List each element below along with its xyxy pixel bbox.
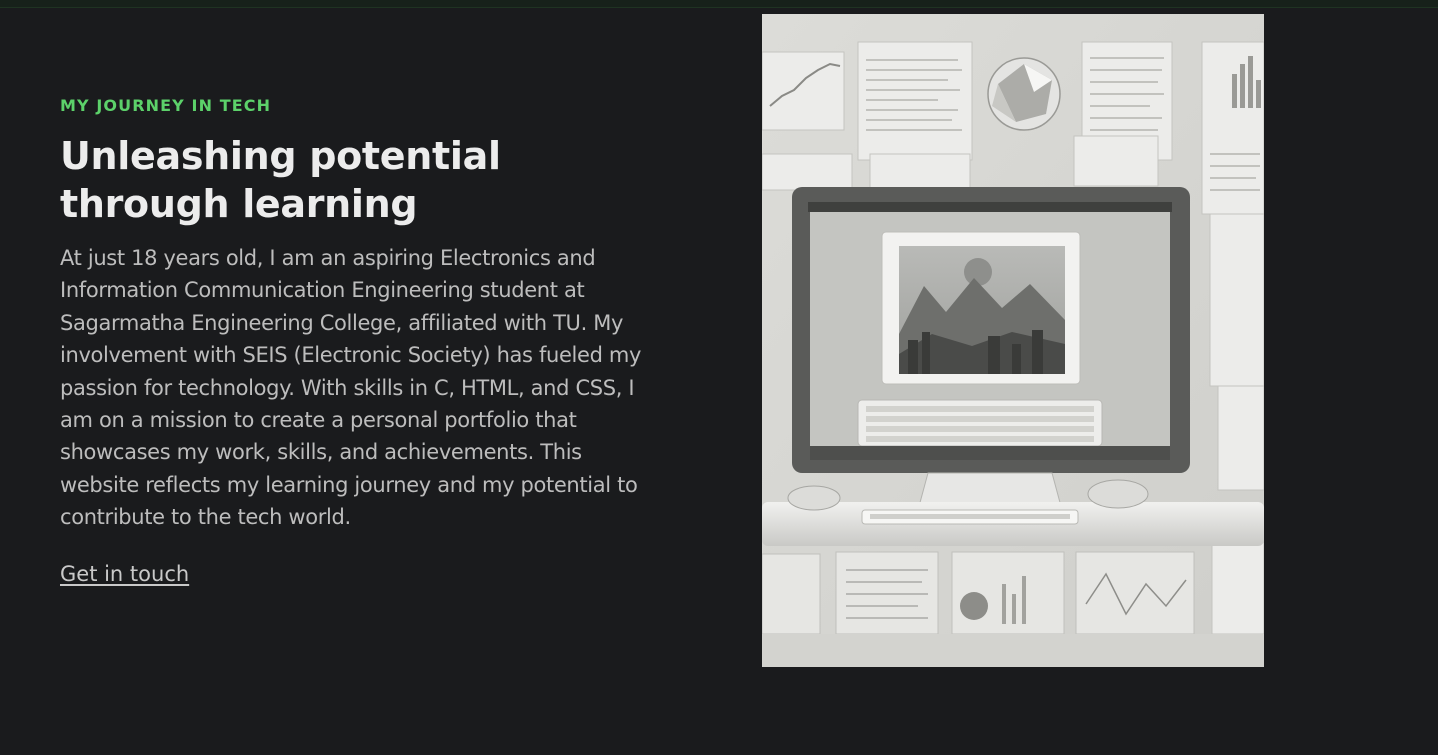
top-nav-strip: [0, 0, 1438, 8]
section-body: At just 18 years old, I am an aspiring E…: [60, 246, 642, 530]
section-headline: Unleashing potential through learning: [60, 134, 501, 226]
section-eyebrow: MY JOURNEY IN TECH: [60, 96, 272, 115]
hero-illustration: [762, 14, 1264, 667]
page: MY JOURNEY IN TECH Unleashing potential …: [0, 0, 1438, 755]
journey-section: MY JOURNEY IN TECH Unleashing potential …: [60, 96, 660, 588]
get-in-touch-link[interactable]: Get in touch: [60, 560, 189, 588]
